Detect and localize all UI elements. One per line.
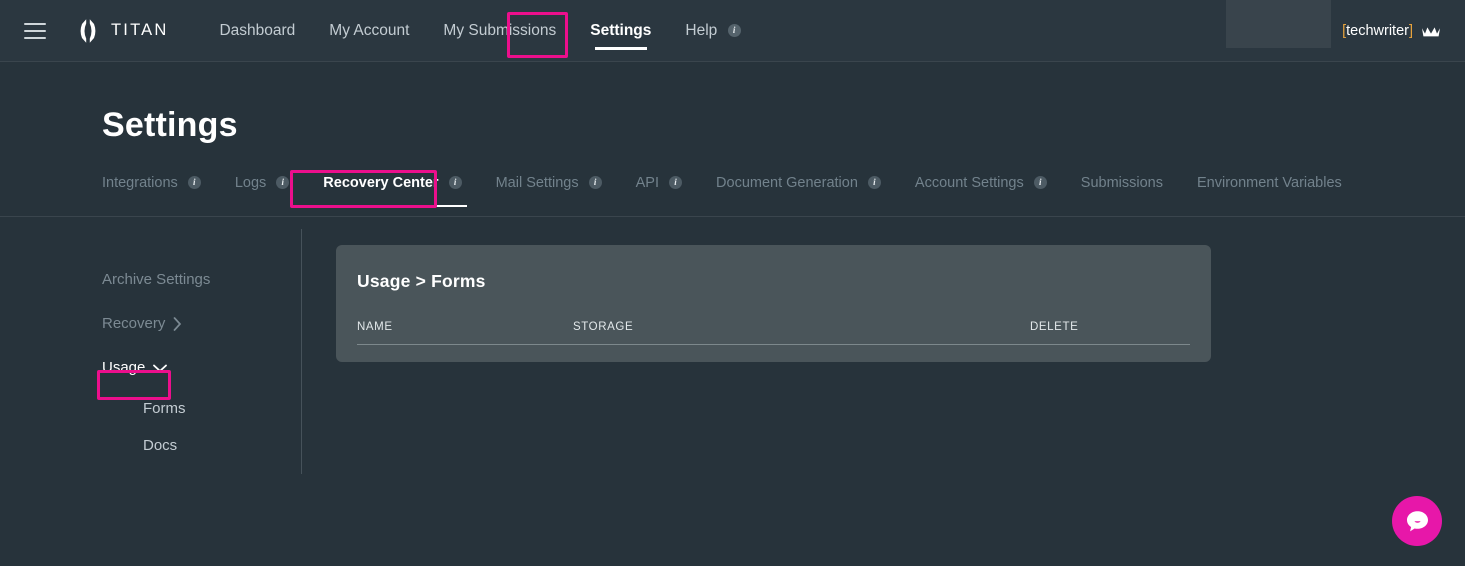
chevron-down-icon: [153, 364, 168, 372]
sidebar-subitem-label: Docs: [143, 437, 178, 454]
tab-submissions[interactable]: Submissions: [1064, 171, 1180, 195]
sidebar-subitem-forms[interactable]: Forms: [102, 390, 301, 427]
tab-environment-variables[interactable]: Environment Variables: [1180, 171, 1359, 195]
sidebar-item-label: Archive Settings: [102, 271, 211, 288]
tab-label: Integrations: [102, 175, 178, 191]
sidebar-item-usage[interactable]: Usage: [102, 346, 168, 390]
nav-active-underline: [594, 46, 647, 50]
nav-item-settings[interactable]: Settings: [573, 0, 668, 62]
hamburger-line: [24, 36, 46, 39]
tab-integrations[interactable]: Integrations i: [102, 171, 218, 195]
sidebar-subitem-docs[interactable]: Docs: [102, 427, 301, 464]
tab-api[interactable]: API i: [619, 171, 699, 195]
card-title: Usage > Forms: [357, 271, 486, 291]
brand-name: TITAN: [111, 21, 169, 39]
nav-item-help[interactable]: Help i: [668, 0, 757, 62]
info-icon[interactable]: i: [588, 176, 602, 189]
nav-label: Dashboard: [219, 21, 296, 39]
tab-mail-settings[interactable]: Mail Settings i: [479, 171, 619, 195]
chat-bubble-icon: [1406, 510, 1428, 531]
top-navigation-bar: TITAN Dashboard My Account My Submission…: [0, 0, 1465, 62]
hamburger-line: [24, 22, 46, 25]
info-icon[interactable]: i: [276, 176, 290, 189]
crown-icon: [1422, 26, 1440, 36]
sidebar-item-label: Usage: [102, 359, 146, 376]
tab-label: Document Generation: [716, 175, 858, 191]
tab-label: Account Settings: [914, 175, 1024, 191]
titan-logo[interactable]: TITAN: [74, 17, 168, 45]
header-placeholder-block: [1226, 0, 1331, 48]
bracket-close: ]: [1408, 23, 1413, 39]
info-icon[interactable]: i: [448, 176, 462, 189]
tab-recovery-center[interactable]: Recovery Center i: [306, 171, 478, 207]
nav-label: My Submissions: [443, 21, 557, 39]
page-title: Settings: [102, 106, 238, 144]
tab-active-underline: [318, 205, 467, 207]
settings-tab-strip: Integrations i Logs i Recovery Center i …: [0, 171, 1465, 217]
tab-document-generation[interactable]: Document Generation i: [699, 171, 898, 195]
settings-sidebar: Archive Settings Recovery Usage Forms Do…: [97, 245, 301, 464]
user-name-text: techwriter: [1346, 23, 1409, 39]
column-header-storage: STORAGE: [573, 321, 634, 333]
hamburger-menu-icon[interactable]: [24, 22, 46, 39]
user-name-label: [techwriter]: [1342, 23, 1413, 39]
primary-nav: Dashboard My Account My Submissions Sett…: [202, 0, 757, 62]
main-content: Archive Settings Recovery Usage Forms Do…: [0, 217, 1465, 474]
nav-item-dashboard[interactable]: Dashboard: [202, 0, 312, 62]
tab-label: Logs: [234, 175, 267, 191]
hamburger-line: [24, 29, 46, 32]
chat-widget-button[interactable]: [1392, 496, 1442, 546]
titan-mark-icon: [80, 18, 96, 43]
usage-forms-card: Usage > Forms NAME STORAGE DELETE: [336, 245, 1211, 362]
chevron-right-icon: [174, 317, 182, 331]
info-icon[interactable]: i: [727, 23, 741, 37]
usage-table-header: NAME STORAGE DELETE: [357, 321, 1190, 345]
sidebar-divider: [301, 229, 302, 474]
tab-logs[interactable]: Logs i: [218, 171, 306, 195]
sidebar-item-archive-settings[interactable]: Archive Settings: [102, 258, 210, 302]
info-icon[interactable]: i: [867, 176, 881, 189]
nav-item-my-submissions[interactable]: My Submissions: [426, 0, 573, 62]
nav-item-my-account[interactable]: My Account: [312, 0, 426, 62]
tab-label: Submissions: [1080, 175, 1163, 191]
info-icon[interactable]: i: [1033, 176, 1047, 189]
tab-label: Recovery Center: [323, 175, 439, 191]
tab-label: Mail Settings: [495, 175, 579, 191]
tab-label: API: [635, 175, 659, 191]
nav-label: My Account: [329, 21, 410, 39]
info-icon[interactable]: i: [669, 176, 683, 189]
sidebar-subitem-label: Forms: [143, 400, 186, 417]
tab-label: Environment Variables: [1196, 175, 1342, 191]
tab-account-settings[interactable]: Account Settings i: [898, 171, 1064, 195]
user-menu[interactable]: [techwriter]: [1342, 0, 1441, 62]
nav-label: Settings: [590, 21, 652, 39]
column-header-name: NAME: [357, 321, 393, 333]
column-header-delete: DELETE: [1030, 321, 1079, 333]
sidebar-item-label: Recovery: [102, 315, 166, 332]
nav-label: Help: [685, 21, 718, 39]
sidebar-item-recovery[interactable]: Recovery: [102, 302, 182, 346]
page-header: Settings: [0, 62, 1465, 145]
info-icon[interactable]: i: [187, 176, 201, 189]
